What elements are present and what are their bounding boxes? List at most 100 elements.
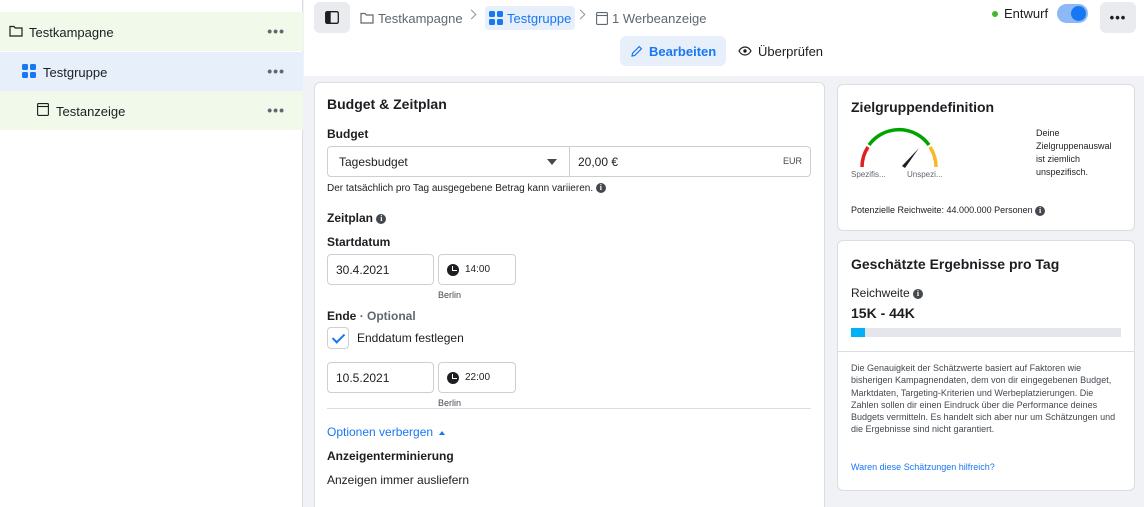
gauge-segment-good (867, 127, 931, 147)
estimated-results-card: Geschätzte Ergebnisse pro Tag Reichweite… (837, 240, 1135, 491)
info-icon[interactable]: i (376, 213, 387, 224)
top-bar: Testkampagne Testgruppe 1 Werbeanzeige E… (304, 0, 1144, 76)
start-date-label: Startdatum (327, 235, 391, 249)
clock-icon (447, 263, 459, 276)
grid-icon (22, 64, 36, 78)
card-title: Zielgruppendefinition (851, 99, 995, 115)
end-date-checkbox[interactable] (327, 327, 349, 349)
toggle-sidebar-button[interactable] (314, 2, 350, 33)
breadcrumb-adset[interactable]: Testgruppe (485, 6, 576, 30)
start-time-input[interactable]: 14:00 (438, 254, 516, 285)
divider (838, 351, 1134, 352)
tab-review[interactable]: Überprüfen (728, 36, 833, 66)
end-date-value: 10.5.2021 (336, 370, 390, 385)
reach-bar-fill (851, 328, 865, 337)
gauge-label-specific: Spezifis... (851, 170, 886, 179)
info-icon[interactable]: i (913, 288, 924, 299)
tree-item-label: Testgruppe (43, 65, 108, 80)
status-label: Entwurf (1004, 6, 1049, 21)
estimate-disclaimer: Die Genauigkeit der Schätzwerte basiert … (851, 363, 1116, 435)
hide-options-text: Optionen verbergen (327, 425, 434, 439)
audience-definition-card: Zielgruppendefinition Spezifis... Unspez… (837, 84, 1135, 231)
audience-gauge (860, 127, 938, 168)
description-line: ist ziemlich (1036, 154, 1081, 164)
breadcrumb-ad[interactable]: 1 Werbeanzeige (596, 6, 706, 30)
info-icon[interactable]: i (1035, 205, 1046, 216)
schedule-label-text: Zeitplan (327, 211, 374, 225)
start-time-value: 14:00 (465, 264, 491, 275)
budget-note-text: Der tatsächlich pro Tag ausgegebene Betr… (327, 183, 594, 194)
tree-item-adset[interactable]: Testgruppe ••• (0, 52, 303, 91)
audience-description: Deine Zielgruppenauswal ist ziemlich uns… (1036, 127, 1132, 179)
grid-icon (489, 11, 503, 25)
tree-item-campaign[interactable]: Testkampagne ••• (0, 12, 303, 51)
tab-label: Bearbeiten (649, 43, 717, 59)
budget-amount-input[interactable]: 20,00 € EUR (569, 146, 811, 177)
budget-type-select[interactable]: Tagesbudget (327, 146, 570, 177)
description-line: Deine (1036, 128, 1060, 138)
tab-edit[interactable]: Bearbeiten (620, 36, 727, 66)
chevron-right-icon (466, 9, 477, 20)
tree-item-ad[interactable]: Testanzeige ••• (0, 91, 303, 130)
card-title: Budget & Zeitplan (327, 96, 447, 112)
more-options-icon[interactable]: ••• (267, 64, 285, 78)
potential-reach: Potenzielle Reichweite: 44.000.000 Perso… (851, 205, 1046, 216)
gauge-label-broad: Unspezi... (907, 170, 943, 179)
reach-bar (851, 328, 1121, 337)
folder-icon (9, 25, 23, 37)
clock-icon (447, 371, 459, 384)
breadcrumb-label: Testgruppe (507, 10, 572, 26)
breadcrumb-campaign[interactable]: Testkampagne (360, 6, 463, 30)
caret-up-icon (439, 430, 446, 435)
status-indicator: Entwurf (992, 6, 1048, 21)
schedule-label: Zeitplan i (327, 211, 387, 225)
end-date-checkbox-label[interactable]: Enddatum festlegen (357, 331, 464, 345)
tree-item-label: Testanzeige (56, 104, 126, 119)
chevron-right-icon (575, 9, 586, 20)
delivery-label: Anzeigenterminierung (327, 449, 454, 463)
end-label: Ende · Optional (327, 309, 416, 323)
start-date-input[interactable]: 30.4.2021 (327, 254, 434, 285)
more-options-icon[interactable]: ••• (267, 103, 285, 117)
budget-note: Der tatsächlich pro Tag ausgegebene Betr… (327, 183, 606, 194)
tree-item-label: Testkampagne (29, 25, 114, 40)
start-timezone: Berlin (438, 290, 462, 300)
ad-icon (596, 11, 608, 25)
caret-down-icon (547, 159, 557, 165)
reach-value: 15K - 44K (851, 305, 915, 321)
gauge-segment-specific (860, 146, 870, 168)
eye-icon (738, 46, 752, 56)
reach-label: Reichweite i (851, 286, 924, 300)
delivery-value: Anzeigen immer ausliefern (327, 473, 470, 487)
hide-options-link[interactable]: Optionen verbergen (327, 425, 446, 439)
optional-label: · Optional (359, 309, 416, 323)
end-date-input[interactable]: 10.5.2021 (327, 362, 434, 393)
estimate-feedback-link[interactable]: Waren diese Schätzungen hilfreich? (851, 462, 995, 472)
campaign-tree-sidebar: Testkampagne ••• Testgruppe ••• Testanze… (0, 0, 303, 507)
description-line: unspezifisch. (1036, 167, 1089, 177)
budget-amount-value: 20,00 € (578, 154, 619, 169)
end-timezone: Berlin (438, 398, 462, 408)
budget-type-value: Tagesbudget (339, 154, 408, 169)
ad-icon (37, 103, 49, 116)
breadcrumb-label: 1 Werbeanzeige (612, 10, 707, 26)
reach-label-text: Reichweite (851, 286, 910, 300)
end-time-value: 22:00 (465, 372, 491, 383)
description-line: Zielgruppenauswal (1036, 141, 1112, 151)
start-date-value: 30.4.2021 (336, 262, 390, 277)
info-icon[interactable]: i (595, 183, 606, 194)
folder-icon (360, 12, 374, 24)
card-title: Geschätzte Ergebnisse pro Tag (851, 256, 1060, 272)
more-options-icon[interactable]: ••• (267, 24, 285, 38)
status-toggle[interactable] (1057, 4, 1088, 23)
gauge-needle (902, 148, 919, 168)
budget-label: Budget (327, 127, 369, 141)
breadcrumb-label: Testkampagne (378, 10, 463, 26)
end-label-text: Ende (327, 309, 357, 323)
more-options-button[interactable]: ••• (1100, 2, 1136, 33)
gauge-segment-broad (928, 146, 938, 168)
end-time-input[interactable]: 22:00 (438, 362, 516, 393)
potential-reach-text: Potenzielle Reichweite: 44.000.000 Perso… (851, 205, 1033, 215)
sidebar-panel-icon (325, 11, 339, 24)
pencil-icon (631, 45, 643, 57)
